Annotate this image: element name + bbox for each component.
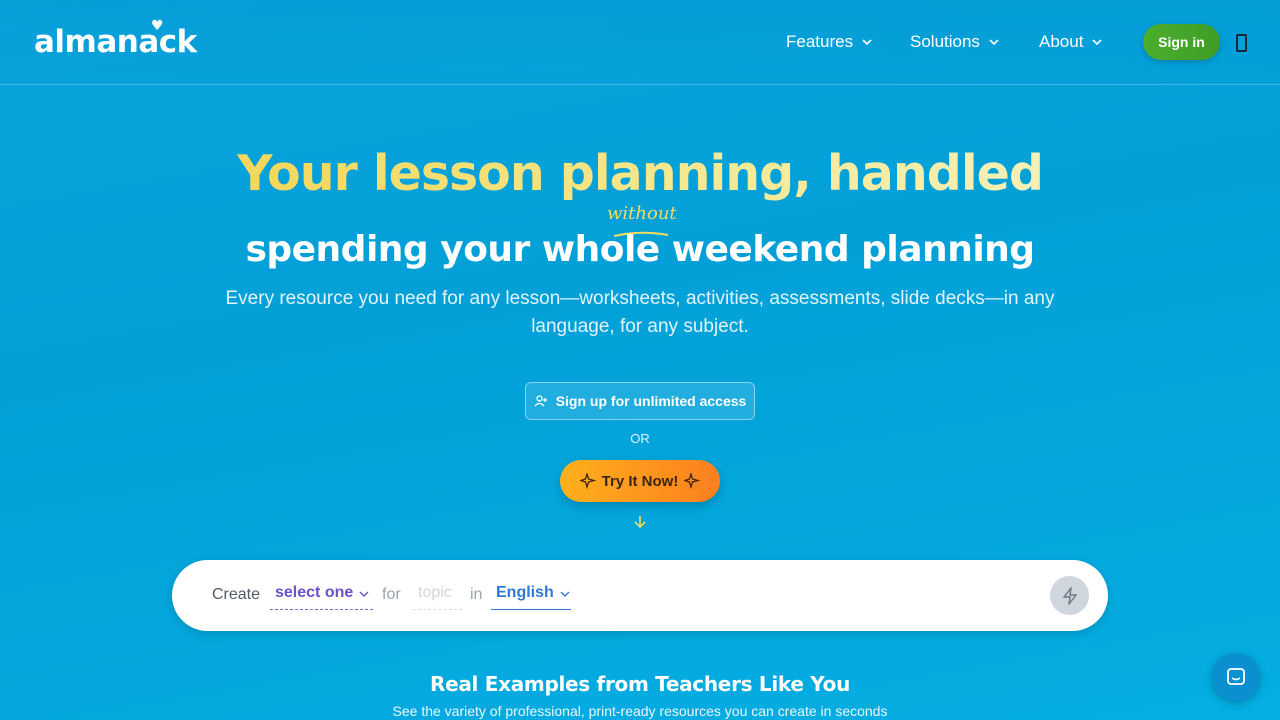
try-it-now-button[interactable]: Try It Now!	[560, 460, 720, 502]
chevron-down-icon	[989, 39, 999, 46]
arrow-down-icon	[634, 516, 646, 529]
sparkle-icon	[579, 473, 596, 489]
resource-type-select[interactable]: select one	[270, 584, 373, 610]
hero-title: Your lesson planning, handled	[0, 145, 1280, 202]
lightning-icon	[1062, 586, 1077, 605]
nav-label: Features	[786, 32, 854, 51]
sign-in-button[interactable]: Sign in	[1143, 24, 1220, 60]
language-select[interactable]: English	[491, 584, 571, 610]
signup-button[interactable]: Sign up for unlimited access	[525, 382, 755, 420]
chevron-down-icon	[1092, 39, 1103, 46]
topic-input[interactable]: topic	[413, 584, 462, 610]
hero-subtitle: spending your whole weekend planning	[245, 229, 1035, 270]
chevron-down-icon	[359, 591, 369, 597]
create-label: Create	[212, 586, 261, 603]
hero-description: Every resource you need for any lesson—w…	[225, 288, 1055, 337]
nav-about[interactable]: About	[1039, 32, 1103, 52]
nav-features[interactable]: Features	[786, 32, 873, 52]
select-value: select one	[275, 584, 354, 601]
brand-logo[interactable]: almanack ♥	[34, 18, 197, 60]
chat-icon	[1227, 668, 1245, 685]
in-label: in	[470, 586, 483, 603]
chevron-down-icon	[560, 591, 570, 597]
nav-label: About	[1039, 32, 1084, 51]
try-label: Try It Now!	[601, 472, 679, 490]
handwritten-without: without	[607, 203, 677, 224]
nav-solutions[interactable]: Solutions	[910, 32, 1000, 52]
chevron-down-icon	[862, 39, 872, 46]
or-divider: OR	[630, 431, 650, 446]
nav-label: Solutions	[910, 32, 980, 51]
sparkle-icon	[684, 473, 701, 489]
generate-button[interactable]	[1050, 576, 1089, 615]
language-value: English	[496, 584, 554, 601]
logo-text: almanack	[34, 24, 197, 60]
add-user-icon	[534, 395, 547, 407]
signup-label: Sign up for unlimited access	[555, 393, 747, 409]
chat-widget-button[interactable]	[1212, 653, 1260, 701]
hero-title-text: Your lesson planning, handled	[237, 145, 1044, 202]
menu-icon[interactable]	[1236, 34, 1247, 52]
for-label: for	[382, 586, 401, 603]
examples-title: Real Examples from Teachers Like You	[429, 672, 851, 696]
examples-subtitle: See the variety of professional, print-r…	[392, 703, 888, 719]
resource-creator-bar: Create select one for topic in English	[172, 560, 1108, 631]
heart-icon: ♥	[151, 18, 164, 34]
site-header: almanack ♥ Features Solutions About Sign…	[0, 0, 1280, 85]
